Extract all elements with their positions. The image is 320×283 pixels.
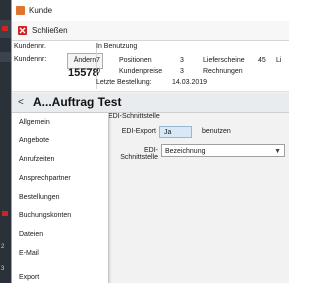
- menu-item-ansprechpartner[interactable]: Ansprechpartner: [19, 175, 71, 182]
- desktop-red-icon: [2, 26, 8, 31]
- kundennr-caption: Kundennr.: [14, 43, 46, 50]
- stat-count: 7: [96, 57, 100, 64]
- menu-item-dateien[interactable]: Dateien: [19, 231, 43, 238]
- stat-label: Positionen: [119, 57, 152, 64]
- desktop-red-icon: [2, 211, 8, 216]
- edi-schnittstelle-value: Bezeichnung: [165, 148, 206, 155]
- menu-item-allgemein[interactable]: Allgemein: [19, 119, 50, 126]
- edi-export-field[interactable]: Ja: [159, 126, 192, 138]
- customer-title: A...Auftrag Test: [33, 95, 122, 109]
- desktop-background: 2 3: [0, 0, 11, 283]
- letzte-bestellung-label: Letzte Bestellung:: [96, 79, 152, 86]
- kundennr-value: 15578: [68, 67, 99, 79]
- menu-item-anrufzeiten[interactable]: Anrufzeiten: [19, 156, 54, 163]
- desktop-tile: [0, 52, 11, 62]
- edi-schnittstelle-label: EDI-Schnittstelle: [120, 147, 158, 161]
- stat-label: Lieferscheine: [203, 57, 245, 64]
- desktop-edge-text: 2: [1, 244, 5, 250]
- stat-label: Rechnungen: [203, 68, 243, 75]
- menu-item-buchungskonten[interactable]: Buchungskonten: [19, 212, 71, 219]
- close-button-label: Schließen: [32, 26, 68, 35]
- edi-group-title: EDI-Schnittstelle: [108, 113, 160, 120]
- stat-count: 3: [180, 68, 184, 75]
- desktop-edge-text: 3: [1, 266, 5, 272]
- window-title: Kunde: [29, 6, 53, 15]
- stat-label: Kundenpreise: [119, 68, 163, 75]
- kunde-window: Kunde Schließen Kundennr. Kundennr: Ände…: [11, 0, 289, 283]
- letzte-bestellung-value: 14.03.2019: [172, 79, 208, 86]
- chevron-down-icon: ▼: [274, 148, 281, 155]
- menu-item-bestellungen[interactable]: Bestellungen: [19, 194, 59, 201]
- edi-schnittstelle-select[interactable]: Bezeichnung ▼: [161, 144, 285, 157]
- app-icon: [16, 6, 25, 15]
- stat-count: 0: [96, 68, 100, 75]
- stat-count: 3: [180, 57, 184, 64]
- benutzen-label: benutzen: [202, 128, 231, 135]
- stat-label: Li: [276, 57, 282, 64]
- kundennr-label: Kundennr:: [14, 56, 47, 63]
- edi-export-label: EDI-Export: [121, 128, 156, 135]
- window-titlebar: [12, 0, 289, 21]
- menu-item-export[interactable]: Export: [19, 274, 39, 281]
- in-benutzung-title: In Benutzung: [96, 43, 138, 50]
- menu-item-email[interactable]: E-Mail: [19, 250, 39, 257]
- navigation-menu: Allgemein Angebote Anrufzeiten Ansprechp…: [12, 113, 109, 283]
- stat-count: 45: [258, 57, 266, 64]
- back-chevron-icon[interactable]: <: [18, 97, 24, 108]
- close-icon: [18, 26, 27, 35]
- menu-item-angebote[interactable]: Angebote: [19, 137, 49, 144]
- close-button[interactable]: Schließen: [16, 23, 68, 38]
